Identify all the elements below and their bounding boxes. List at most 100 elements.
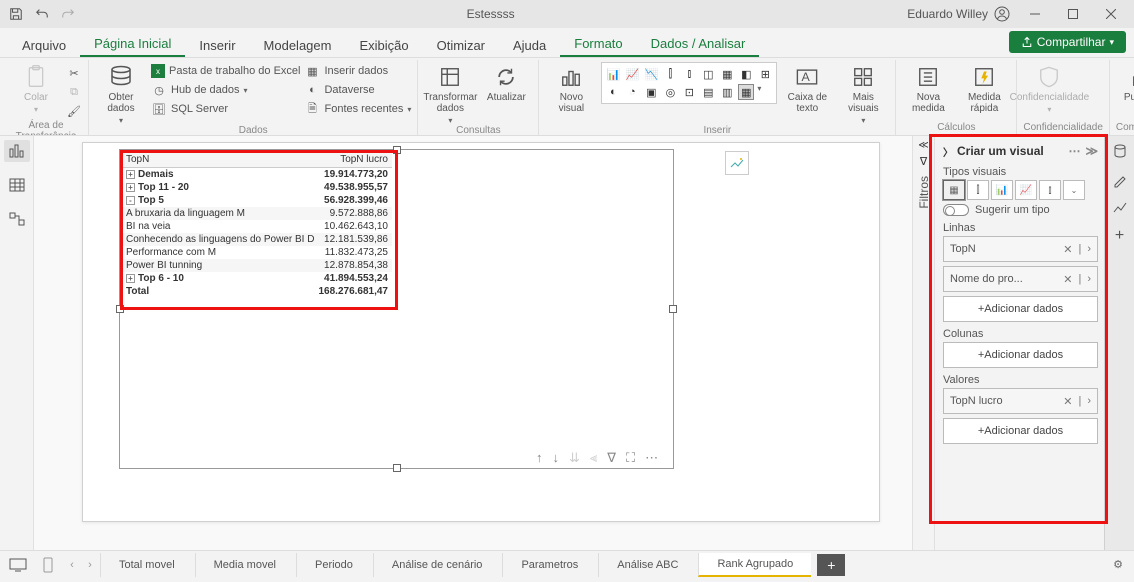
field-well-lucro[interactable]: TopN lucro✕|›	[943, 388, 1098, 414]
recent-sources-button[interactable]: 🗎Fontes recentes▾	[304, 100, 411, 118]
add-pane-button[interactable]: +	[1110, 226, 1130, 246]
tab-formato[interactable]: Formato	[560, 30, 636, 57]
get-data-button[interactable]: Obter dados▾	[95, 62, 147, 125]
chart-icon[interactable]: ◐	[605, 84, 621, 100]
chart-icon[interactable]: ▤	[700, 84, 716, 100]
desktop-view-icon[interactable]	[4, 554, 32, 576]
resize-handle[interactable]	[393, 464, 401, 472]
dataverse-button[interactable]: ◐Dataverse	[304, 81, 411, 99]
col-header[interactable]: TopN	[122, 154, 312, 165]
quick-measure-button[interactable]: Medida rápida	[958, 62, 1010, 114]
excel-button[interactable]: xPasta de trabalho do Excel	[151, 62, 300, 80]
enter-data-button[interactable]: ▦Inserir dados	[304, 62, 411, 80]
redo-icon[interactable]	[56, 3, 80, 25]
viz-tile[interactable]: 📊	[991, 180, 1013, 200]
chart-icon[interactable]: 📈	[624, 66, 640, 82]
table-row[interactable]: Performance com M11.832.473,25	[122, 246, 392, 259]
viz-tile[interactable]: ⫿	[967, 180, 989, 200]
table-row[interactable]: +Top 11 - 2049.538.955,57	[122, 181, 392, 194]
refresh-button[interactable]: Atualizar	[480, 62, 532, 103]
chart-icon[interactable]: ▦	[738, 84, 754, 100]
viz-tile[interactable]: ⌄	[1063, 180, 1085, 200]
focus-icon[interactable]: ⛶	[626, 450, 635, 466]
table-row[interactable]: +Top 6 - 1041.894.553,24	[122, 272, 392, 285]
expand-icon[interactable]: ≫	[1085, 144, 1098, 158]
chart-icon[interactable]: 📉	[643, 66, 659, 82]
page-tab[interactable]: Parametros	[502, 553, 596, 577]
sql-server-button[interactable]: 🗄SQL Server	[151, 100, 300, 118]
tab-ajuda[interactable]: Ajuda	[499, 32, 560, 57]
field-well-nome[interactable]: Nome do pro...✕|›	[943, 266, 1098, 292]
suggest-toggle[interactable]: Sugerir um tipo	[943, 204, 1098, 216]
filters-pane-collapsed[interactable]: ≪ ∇ Filtros	[912, 136, 934, 550]
matrix-visual[interactable]: TopNTopN lucro +Demais19.914.773,20+Top …	[119, 149, 674, 469]
more-icon[interactable]: ⋯	[1068, 144, 1081, 158]
table-row[interactable]: BI na veia10.462.643,10	[122, 220, 392, 233]
share-button[interactable]: Compartilhar▾	[1009, 31, 1126, 53]
tab-dados[interactable]: Dados / Analisar	[637, 30, 760, 57]
tab-exibicao[interactable]: Exibição	[345, 32, 422, 57]
col-header[interactable]: TopN lucro	[312, 154, 392, 165]
expand-icon[interactable]: +	[126, 170, 135, 179]
matrix-tile[interactable]: ▦	[943, 180, 965, 200]
table-row[interactable]: Conhecendo as linguagens do Power BI Des…	[122, 233, 392, 246]
chart-icon[interactable]: ◧	[738, 66, 754, 82]
more-icon[interactable]: ⋯	[645, 450, 658, 466]
tab-arquivo[interactable]: Arquivo	[8, 32, 80, 57]
page-tab[interactable]: Rank Agrupado	[698, 553, 811, 577]
chart-icon[interactable]: ⫾	[681, 66, 697, 82]
chevron-icon[interactable]: 〉	[943, 144, 953, 159]
mobile-view-icon[interactable]	[34, 554, 62, 576]
chart-icon[interactable]: ▦	[719, 66, 735, 82]
undo-icon[interactable]	[30, 3, 54, 25]
add-data-button[interactable]: +Adicionar dados	[943, 342, 1098, 368]
new-visual-button[interactable]: Novo visual	[545, 62, 597, 114]
add-data-button[interactable]: +Adicionar dados	[943, 418, 1098, 444]
add-data-button[interactable]: +Adicionar dados	[943, 296, 1098, 322]
tab-inserir[interactable]: Inserir	[185, 32, 249, 57]
viz-tile[interactable]: 📈	[1015, 180, 1037, 200]
visual-header-icon[interactable]	[725, 151, 749, 175]
data-pane-button[interactable]	[1110, 142, 1130, 162]
model-view-button[interactable]	[4, 208, 30, 230]
more-visuals-button[interactable]: Mais visuais▾	[837, 62, 889, 125]
format-pane-button[interactable]	[1110, 170, 1130, 190]
maximize-button[interactable]	[1054, 0, 1092, 28]
expand-icon[interactable]: -	[126, 196, 135, 205]
remove-icon[interactable]: ✕	[1063, 243, 1072, 256]
user-label[interactable]: Eduardo Willey	[901, 6, 1016, 22]
tab-otimizar[interactable]: Otimizar	[423, 32, 499, 57]
cut-button[interactable]: ✂	[66, 64, 82, 82]
chart-icon[interactable]: ⫿	[662, 66, 678, 82]
chevron-right-icon[interactable]: ›	[1087, 273, 1091, 286]
minimize-button[interactable]	[1016, 0, 1054, 28]
chart-icon[interactable]: ▥	[719, 84, 735, 100]
settings-icon[interactable]: ⚙	[1106, 558, 1130, 571]
viz-tile[interactable]: ⫾	[1039, 180, 1061, 200]
expand-icon[interactable]: +	[126, 183, 135, 192]
transform-data-button[interactable]: Transformar dados▾	[424, 62, 476, 125]
analytics-pane-button[interactable]	[1110, 198, 1130, 218]
data-hub-button[interactable]: ◷Hub de dados▾	[151, 81, 300, 99]
report-page[interactable]: TopNTopN lucro +Demais19.914.773,20+Top …	[82, 142, 880, 522]
tab-modelagem[interactable]: Modelagem	[250, 32, 346, 57]
field-well-topn[interactable]: TopN✕|›	[943, 236, 1098, 262]
expand-all-icon[interactable]: ⫷	[590, 450, 597, 466]
close-button[interactable]	[1092, 0, 1130, 28]
expand-icon[interactable]: ⇊	[569, 450, 580, 466]
drill-down-icon[interactable]: ↓	[553, 450, 560, 466]
table-row[interactable]: -Top 556.928.399,46	[122, 194, 392, 207]
page-tab[interactable]: Media movel	[195, 553, 294, 577]
next-page-icon[interactable]: ›	[82, 559, 98, 571]
chart-icon[interactable]: ⊡	[681, 84, 697, 100]
report-view-button[interactable]	[4, 140, 30, 162]
new-measure-button[interactable]: Nova medida	[902, 62, 954, 114]
remove-icon[interactable]: ✕	[1063, 273, 1072, 286]
data-view-button[interactable]	[4, 174, 30, 196]
chart-icon[interactable]: ▣	[643, 84, 659, 100]
table-row[interactable]: A bruxaria da linguagem M9.572.888,86	[122, 207, 392, 220]
page-tab[interactable]: Periodo	[296, 553, 371, 577]
page-tab[interactable]: Análise ABC	[598, 553, 696, 577]
resize-handle[interactable]	[669, 305, 677, 313]
tab-pagina-inicial[interactable]: Página Inicial	[80, 30, 185, 57]
